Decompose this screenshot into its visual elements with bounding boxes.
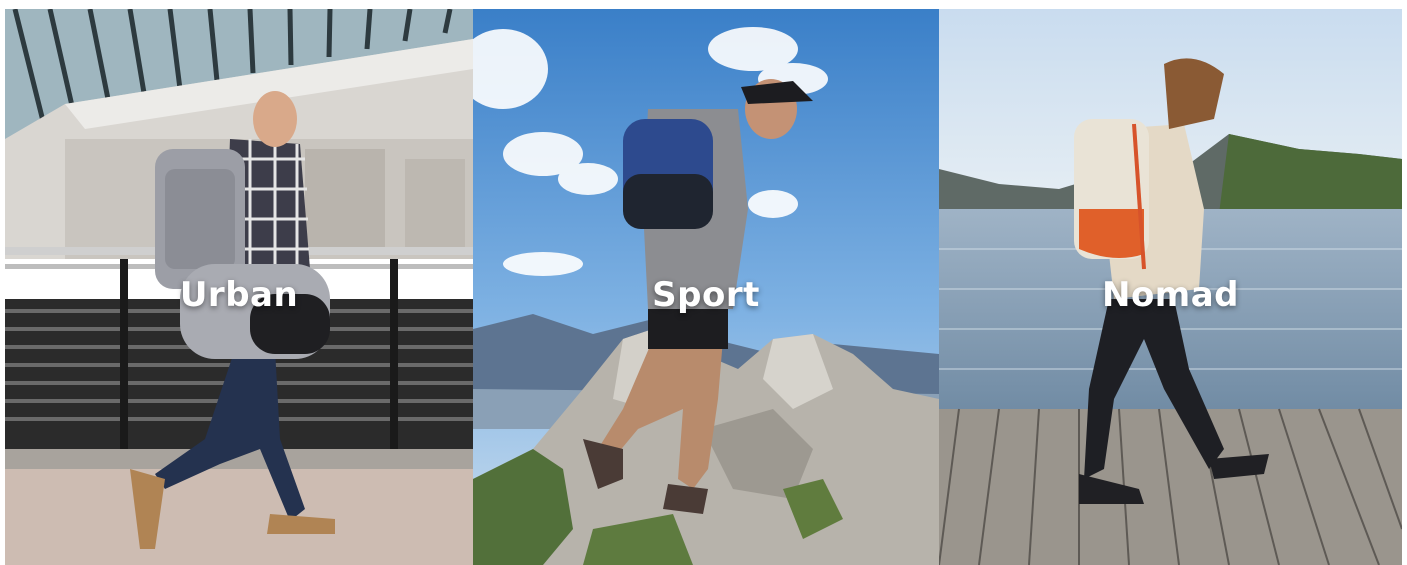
category-grid: Urban Sport Nomad [5, 9, 1402, 565]
category-title-urban: Urban [179, 275, 299, 315]
category-card-sport[interactable]: Sport [473, 9, 939, 565]
category-card-nomad[interactable]: Nomad [939, 9, 1402, 565]
category-title-nomad: Nomad [1101, 275, 1240, 315]
category-title-sport: Sport [652, 275, 760, 315]
category-card-urban[interactable]: Urban [5, 9, 473, 565]
